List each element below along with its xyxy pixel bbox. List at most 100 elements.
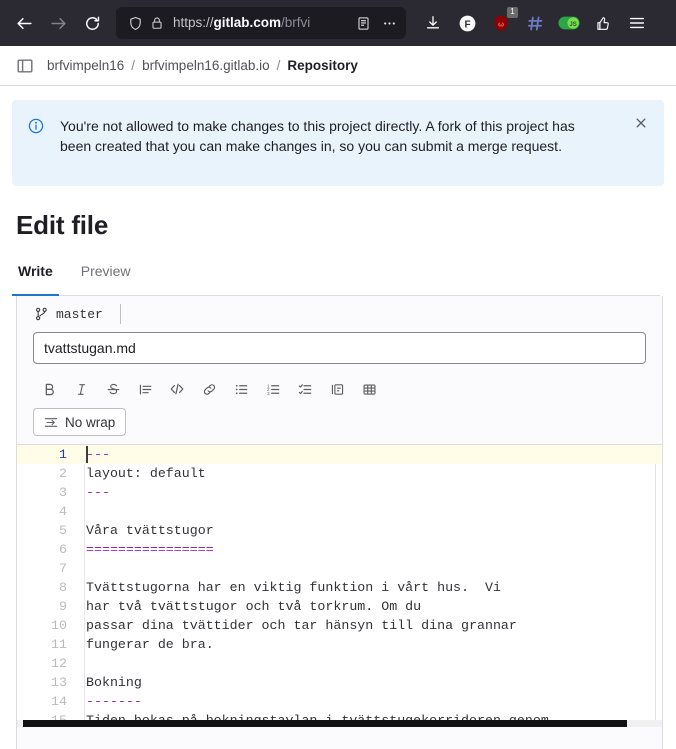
bullet-list-icon[interactable] [225, 376, 257, 402]
text-caret [86, 446, 88, 463]
line-text [84, 654, 662, 673]
line-text: fungerar de bra. [86, 637, 214, 652]
gitlab-page: brfvimpeln16 / brfvimpeln16.gitlab.io / … [0, 46, 676, 749]
line-number: 1 [59, 447, 67, 462]
branch-icon [35, 307, 48, 321]
javascript-toggle-icon[interactable]: JS [554, 8, 584, 38]
reload-button[interactable] [76, 7, 108, 39]
ublock-badge: 1 [507, 7, 518, 18]
url-domain: gitlab.com [213, 15, 282, 30]
code-line[interactable]: 9 har två tvättstugor och två torkrum. O… [17, 597, 662, 616]
line-text: Tvättstugorna har en viktig funktion i v… [86, 580, 501, 595]
task-list-icon[interactable] [289, 376, 321, 402]
url-scheme: https:// [173, 15, 214, 30]
app-menu-icon[interactable] [622, 8, 652, 38]
close-icon[interactable] [634, 116, 650, 132]
no-wrap-button[interactable]: No wrap [33, 408, 127, 436]
code-line[interactable]: 13 Bokning [17, 673, 662, 692]
code-editor[interactable]: 1 --- 2 layout: default 3 --- 4 5 Våra t… [17, 444, 662, 727]
code-line[interactable]: 5 Våra tvättstugor [17, 521, 662, 540]
info-icon [28, 116, 44, 170]
line-text: Våra tvättstugor [86, 523, 214, 538]
branch-row: master [17, 296, 662, 332]
line-text [84, 559, 662, 578]
breadcrumb-item-group[interactable]: brfvimpeln16 [47, 58, 124, 73]
line-number: 11 [51, 637, 67, 652]
line-number: 6 [59, 542, 67, 557]
code-line[interactable]: 11 fungerar de bra. [17, 635, 662, 654]
line-text: --- [86, 485, 110, 500]
line-number: 5 [59, 523, 67, 538]
address-bar[interactable]: https://gitlab.com/brfvi [116, 7, 406, 39]
fork-notice-alert: You're not allowed to make changes to th… [12, 100, 664, 186]
thumb-extension-icon[interactable] [588, 8, 618, 38]
code-line[interactable]: 10 passar dina tvättider och tar hänsyn … [17, 616, 662, 635]
lock-icon[interactable] [146, 12, 168, 34]
firefox-account-icon[interactable]: F [452, 8, 482, 38]
collapsible-section-icon[interactable] [321, 376, 353, 402]
tab-preview[interactable]: Preview [79, 263, 133, 295]
url-path: /brfvi [281, 15, 311, 30]
line-number: 9 [59, 599, 67, 614]
forward-button[interactable] [42, 7, 74, 39]
back-button[interactable] [8, 7, 40, 39]
line-number: 2 [59, 466, 67, 481]
tab-write[interactable]: Write [12, 263, 59, 296]
quote-icon[interactable] [129, 376, 161, 402]
breadcrumb-item-project[interactable]: brfvimpeln16.gitlab.io [142, 58, 270, 73]
line-text: ================ [86, 542, 214, 557]
wrap-row: No wrap [17, 404, 662, 444]
italic-icon[interactable] [65, 376, 97, 402]
line-text [84, 502, 662, 521]
line-text: ------- [86, 694, 142, 709]
downloads-icon[interactable] [418, 8, 448, 38]
scrollbar-thumb[interactable] [23, 720, 627, 727]
line-text: layout: default [86, 466, 206, 481]
code-lines: 1 --- 2 layout: default 3 --- 4 5 Våra t… [17, 445, 662, 727]
sidebar-toggle-icon[interactable] [16, 57, 34, 75]
hash-extension-icon[interactable] [520, 8, 550, 38]
svg-text:3: 3 [266, 390, 269, 395]
table-icon[interactable] [353, 376, 385, 402]
shield-icon[interactable] [124, 12, 146, 34]
code-line[interactable]: 14 ------- [17, 692, 662, 711]
filename-input[interactable] [33, 332, 646, 364]
code-line[interactable]: 12 [17, 654, 662, 673]
extensions-area: F ω 1 JS [416, 7, 654, 38]
line-number: 14 [51, 694, 67, 709]
code-icon[interactable] [161, 376, 193, 402]
link-icon[interactable] [193, 376, 225, 402]
breadcrumb-item-current: Repository [287, 58, 358, 73]
horizontal-scrollbar[interactable] [17, 720, 662, 727]
code-line[interactable]: 3 --- [17, 483, 662, 502]
alert-message: You're not allowed to make changes to th… [60, 118, 575, 154]
branch-name: master [56, 306, 103, 322]
code-line[interactable]: 4 [17, 502, 662, 521]
breadcrumb-separator: / [131, 58, 136, 73]
code-line[interactable]: 1 --- [17, 445, 662, 464]
code-line[interactable]: 7 [17, 559, 662, 578]
reader-view-icon[interactable] [350, 10, 376, 36]
line-number: 8 [59, 580, 67, 595]
code-line[interactable]: 6 ================ [17, 540, 662, 559]
svg-text:JS: JS [569, 22, 576, 28]
ublock-origin-icon[interactable]: ω 1 [486, 7, 518, 38]
url-text[interactable]: https://gitlab.com/brfvi [173, 7, 350, 39]
no-wrap-label: No wrap [65, 414, 116, 430]
line-text: --- [86, 447, 110, 462]
line-number: 4 [59, 504, 67, 519]
browser-toolbar: https://gitlab.com/brfvi F ω 1 JS [0, 0, 676, 46]
numbered-list-icon[interactable]: 1 2 3 [257, 376, 289, 402]
svg-text:ω: ω [498, 19, 504, 28]
bold-icon[interactable] [33, 376, 65, 402]
line-text: har två tvättstugor och två torkrum. Om … [86, 599, 422, 614]
code-line[interactable]: 8 Tvättstugorna har en viktig funktion i… [17, 578, 662, 597]
page-title: Edit file [16, 210, 109, 240]
strikethrough-icon[interactable] [97, 376, 129, 402]
breadcrumb-separator: / [276, 58, 281, 73]
markdown-toolbar: 1 2 3 [17, 374, 662, 404]
page-actions-icon[interactable] [376, 10, 402, 36]
breadcrumb: brfvimpeln16 / brfvimpeln16.gitlab.io / … [0, 46, 676, 86]
code-line[interactable]: 2 layout: default [17, 464, 662, 483]
line-number: 10 [51, 618, 67, 633]
